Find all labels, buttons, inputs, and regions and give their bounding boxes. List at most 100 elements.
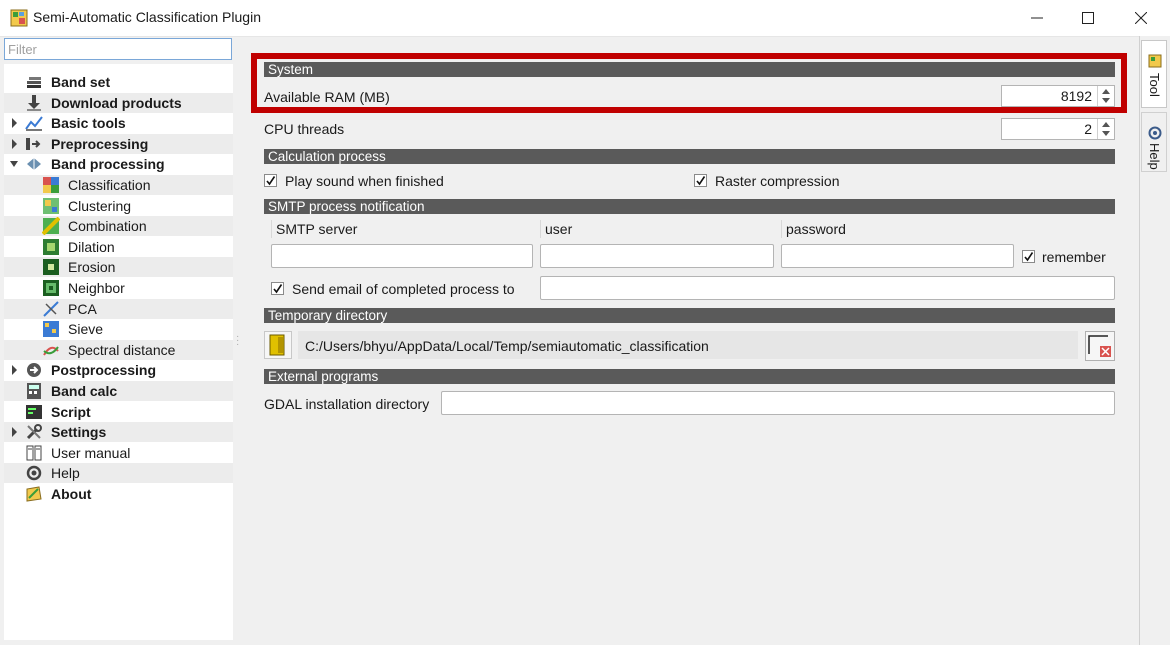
preprocessing-icon	[26, 137, 41, 150]
tree-item-label: User manual	[51, 444, 131, 461]
app-icon	[10, 9, 28, 27]
tree-item-combination[interactable]: Combination	[4, 216, 233, 237]
smtp-password-input[interactable]	[781, 244, 1014, 268]
tree-item-postprocessing[interactable]: Postprocessing	[4, 360, 233, 380]
tree-item-classification[interactable]: Classification	[4, 175, 233, 195]
tree-item-band-calc[interactable]: Band calc	[4, 381, 233, 401]
basic-tools-icon	[25, 116, 43, 132]
tree-item-label: Band processing	[51, 156, 165, 173]
tree-item-label: About	[51, 486, 92, 502]
tree-item-neighbor[interactable]: Neighbor	[4, 278, 233, 298]
tree-item-label: Script	[51, 403, 91, 420]
tree-item-settings[interactable]: Settings	[4, 422, 233, 443]
help-icon	[26, 466, 42, 481]
close-button[interactable]	[1116, 0, 1166, 36]
tree-item-sieve[interactable]: Sieve	[4, 319, 233, 339]
help-tab-icon	[1148, 126, 1162, 140]
expand-right-icon[interactable]	[10, 118, 18, 129]
tree-item-about[interactable]: About	[4, 484, 233, 504]
tab-tool[interactable]: Tool	[1141, 40, 1167, 108]
tree-item-label: Spectral distance	[68, 341, 176, 358]
expand-right-icon[interactable]	[10, 365, 18, 376]
remember-label: remember	[1042, 249, 1106, 265]
expand-right-icon[interactable]	[10, 138, 18, 149]
section-header-smtp: SMTP process notification	[264, 199, 1115, 214]
settings-icon	[26, 424, 42, 440]
tree-item-clustering[interactable]: Clustering	[4, 196, 233, 216]
download-icon	[27, 94, 41, 111]
tree-item-spectral-distance[interactable]: Spectral distance	[4, 339, 233, 360]
checkmark-icon	[1024, 252, 1034, 262]
tree-item-dilation[interactable]: Dilation	[4, 237, 233, 257]
band-processing-icon	[27, 158, 41, 171]
spectral-distance-icon	[43, 346, 59, 356]
tree-item-basic-tools[interactable]: Basic tools	[4, 113, 233, 133]
tool-tree: Band set Download products Basic tools Prep…	[4, 64, 233, 640]
sieve-icon	[43, 321, 59, 338]
neighbor-icon	[43, 280, 59, 296]
tool-tab-icon	[1148, 54, 1162, 68]
band-set-icon	[27, 77, 41, 88]
tree-item-label: Help	[51, 465, 80, 482]
tab-help-label: Help	[1147, 143, 1162, 170]
tree-item-label: Download products	[51, 94, 182, 111]
play-sound-label: Play sound when finished	[285, 173, 444, 189]
script-icon	[26, 404, 42, 419]
section-header-temp: Temporary directory	[264, 308, 1115, 323]
send-email-label: Send email of completed process to	[292, 281, 515, 297]
tree-item-band-processing[interactable]: Band processing	[4, 154, 233, 174]
combination-icon	[42, 217, 60, 236]
tree-item-pca[interactable]: PCA	[4, 298, 233, 319]
smtp-server-label: SMTP server	[271, 220, 533, 238]
tree-item-help[interactable]: Help	[4, 463, 233, 484]
raster-compression-checkbox[interactable]	[694, 174, 707, 187]
tree-item-preprocessing[interactable]: Preprocessing	[4, 133, 233, 154]
minimize-icon	[1031, 17, 1043, 19]
tree-item-label: Combination	[68, 218, 147, 235]
send-email-checkbox[interactable]	[271, 282, 284, 295]
tab-help[interactable]: Help	[1141, 112, 1167, 172]
gdal-directory-input[interactable]	[441, 391, 1115, 415]
checkmark-icon	[266, 176, 276, 186]
postprocessing-icon	[27, 363, 41, 378]
maximize-button[interactable]	[1063, 0, 1113, 36]
spin-arrows-icon[interactable]	[1097, 119, 1114, 139]
minimize-button[interactable]	[1012, 0, 1062, 36]
tree-item-user-manual[interactable]: User manual	[4, 443, 233, 463]
maximize-icon	[1082, 12, 1094, 24]
reset-icon	[1088, 335, 1111, 357]
send-email-input[interactable]	[540, 276, 1115, 300]
expand-down-icon[interactable]	[10, 159, 18, 169]
tree-item-download-products[interactable]: Download products	[4, 92, 233, 113]
filter-input[interactable]	[4, 38, 232, 60]
play-sound-checkbox[interactable]	[264, 174, 277, 187]
open-directory-button[interactable]	[264, 331, 292, 359]
band-calc-icon	[27, 383, 41, 399]
smtp-server-input[interactable]	[271, 244, 533, 268]
tree-item-label: Settings	[51, 424, 107, 441]
expand-right-icon[interactable]	[10, 427, 18, 438]
temp-path-text: C:/Users/bhyu/AppData/Local/Temp/semiaut…	[305, 338, 709, 354]
tree-item-label: Clustering	[68, 197, 132, 214]
cpu-spinbox[interactable]: 2	[1001, 118, 1115, 140]
tree-item-label: Band calc	[51, 383, 118, 399]
checkmark-icon	[696, 176, 706, 186]
tree-item-label: Band set	[51, 74, 111, 90]
section-header-external: External programs	[264, 369, 1115, 384]
about-icon	[26, 486, 42, 502]
erosion-icon	[43, 259, 59, 276]
side-tab-strip: Tool Help	[1139, 36, 1170, 645]
tree-item-band-set[interactable]: Band set	[4, 72, 233, 92]
splitter-handle[interactable]: · · ·	[236, 332, 239, 350]
cpu-label: CPU threads	[264, 121, 345, 137]
remember-checkbox[interactable]	[1022, 250, 1035, 263]
tree-item-erosion[interactable]: Erosion	[4, 257, 233, 278]
tree-item-label: Postprocessing	[51, 362, 157, 379]
checkmark-icon	[273, 284, 283, 294]
window-title: Semi-Automatic Classification Plugin	[33, 9, 261, 25]
tab-tool-label: Tool	[1147, 73, 1162, 97]
section-header-calculation: Calculation process	[264, 149, 1115, 164]
tree-item-script[interactable]: Script	[4, 402, 233, 422]
smtp-user-input[interactable]	[540, 244, 774, 268]
reset-directory-button[interactable]	[1085, 331, 1115, 361]
